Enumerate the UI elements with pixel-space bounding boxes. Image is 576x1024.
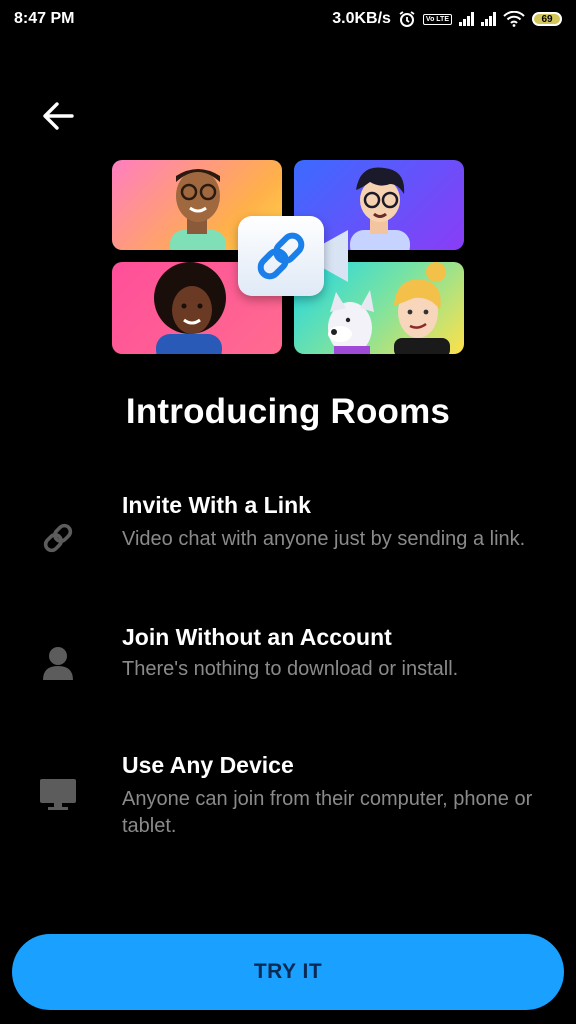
- rooms-illustration: [112, 160, 464, 354]
- status-time: 8:47 PM: [14, 10, 75, 27]
- feature-heading: Use Any Device: [122, 752, 294, 778]
- signal-icon: [459, 12, 474, 26]
- feature-description: Anyone can join from their computer, pho…: [122, 788, 533, 837]
- battery-icon: 69: [532, 12, 562, 26]
- alarm-icon: [399, 11, 415, 27]
- feature-description: There's nothing to download or install.: [122, 658, 459, 680]
- link-icon: [257, 232, 305, 280]
- back-button[interactable]: [38, 96, 78, 136]
- wifi-icon: [503, 11, 525, 27]
- status-bar: 8:47 PM 3.0KB/s Vo LTE 69: [0, 0, 576, 38]
- status-icons: 3.0KB/s Vo LTE 69: [332, 10, 562, 28]
- back-arrow-icon: [43, 102, 74, 130]
- battery-level: 69: [541, 13, 553, 25]
- page-title: Introducing Rooms: [125, 392, 451, 431]
- video-link-badge: [238, 216, 324, 296]
- monitor-icon: [40, 779, 76, 810]
- feature-description: Video chat with anyone just by sending a…: [122, 528, 526, 550]
- network-speed: 3.0KB/s: [332, 10, 391, 27]
- person-icon: [43, 647, 73, 680]
- try-it-button[interactable]: TRY IT: [12, 934, 564, 1010]
- signal-icon: [481, 12, 496, 26]
- feature-heading: Join Without an Account: [122, 624, 392, 650]
- volte-icon: Vo LTE: [422, 13, 452, 25]
- feature-heading: Invite With a Link: [122, 492, 311, 518]
- link-icon: [43, 523, 73, 553]
